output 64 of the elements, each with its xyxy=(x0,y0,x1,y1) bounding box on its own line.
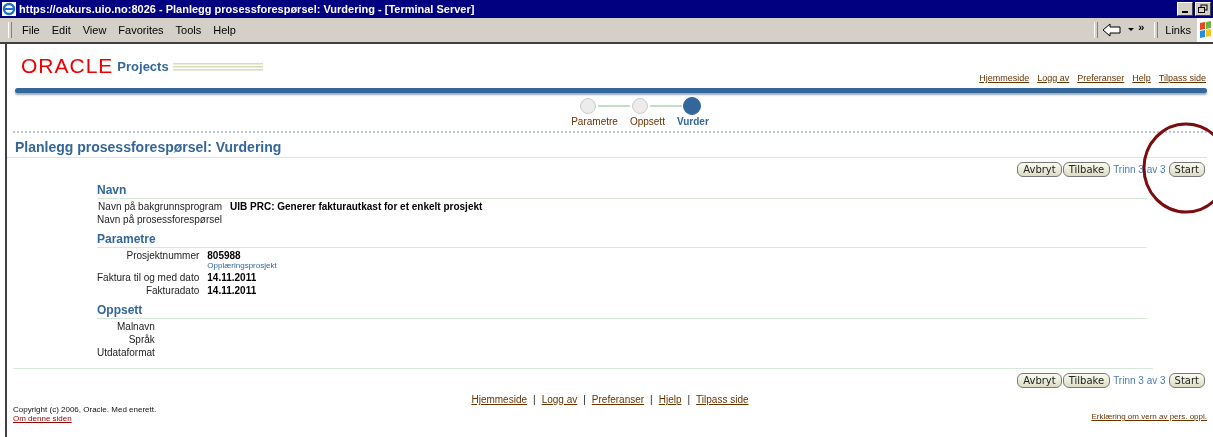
field-value: 805988 xyxy=(207,250,242,261)
start-button[interactable]: Start xyxy=(1168,373,1205,388)
field-value: UIB PRC: Generer fakturautkast for et enkelt prosjekt xyxy=(230,201,484,212)
field-label: Språk xyxy=(127,334,155,345)
action-button[interactable]: Tilbake xyxy=(1062,373,1111,388)
footer-link[interactable]: Logg av xyxy=(541,394,578,405)
start-button[interactable]: Start xyxy=(1168,162,1205,177)
link-separator: | xyxy=(687,394,691,405)
footer-link[interactable]: Hjemmeside xyxy=(471,394,528,405)
field-label: Fakturadato xyxy=(144,285,200,296)
footer-link[interactable]: Hjelp xyxy=(658,394,682,405)
value-description-link[interactable]: Opplæringsprosjekt xyxy=(207,261,1147,270)
minimize-button[interactable] xyxy=(1177,2,1193,16)
menu-item[interactable]: View xyxy=(76,24,113,36)
step-text: Trinn 3 av 3 xyxy=(1113,164,1166,175)
field-label: Malnavn xyxy=(116,321,155,332)
link-separator: | xyxy=(583,394,586,405)
about-link[interactable]: Om denne siden xyxy=(13,414,157,423)
links-button[interactable]: Links xyxy=(1162,24,1194,36)
privacy-link[interactable]: Erklæring om vern av pers. oppl. xyxy=(1091,412,1207,421)
back-icon[interactable] xyxy=(1102,23,1123,37)
menu-item[interactable]: Favorites xyxy=(112,24,170,36)
step-link[interactable]: Parametre xyxy=(571,116,618,127)
step-link[interactable]: Vurder xyxy=(676,116,709,127)
minimize-icon xyxy=(1182,11,1188,13)
restore-icon xyxy=(1197,4,1209,14)
field-value: 14.11.2011 xyxy=(207,285,258,296)
menu-item[interactable]: Help xyxy=(207,24,242,36)
menu-item[interactable]: Edit xyxy=(45,24,77,36)
section-heading: Oppsett xyxy=(97,303,1147,319)
global-link[interactable]: Help xyxy=(1132,73,1151,83)
product-name: Projects xyxy=(117,58,169,74)
window-title: https://oakurs.uio.no:8026 - Planlegg prosessforespørsel: Vurdering - [Terminal Server] xyxy=(19,3,476,15)
step-text: Trinn 3 av 3 xyxy=(1113,375,1166,386)
field-label: Faktura til og med dato xyxy=(97,272,200,283)
step-link[interactable]: Oppsett xyxy=(629,116,665,127)
windows-logo-icon xyxy=(1197,18,1213,42)
action-button[interactable]: Tilbake xyxy=(1062,162,1111,177)
field-label: Utdataformat xyxy=(97,347,155,358)
field-label: Navn på prosessforespørsel xyxy=(97,214,223,225)
menu-item[interactable]: Tools xyxy=(169,24,208,36)
field-value: 14.11.2011 xyxy=(207,272,258,283)
section-heading: Parametre xyxy=(97,232,1147,248)
footer-link[interactable]: Tilpass side xyxy=(696,394,749,405)
more-button[interactable]: » xyxy=(1138,21,1145,33)
dropdown-icon[interactable] xyxy=(1128,28,1135,32)
menu-item[interactable]: File xyxy=(16,24,46,36)
global-link[interactable]: Tilpass side xyxy=(1158,73,1206,83)
field-label: Navn på bakgrunnsprogram xyxy=(97,201,223,212)
link-separator: | xyxy=(650,394,653,405)
global-link[interactable]: Logg av xyxy=(1037,73,1070,83)
footer-link[interactable]: Preferanser xyxy=(591,394,645,405)
oracle-logo: ORACLE xyxy=(21,54,114,78)
browser-icon xyxy=(2,2,16,16)
section-heading: Navn xyxy=(97,183,1147,199)
global-link[interactable]: Preferanser xyxy=(1077,73,1125,83)
restore-button[interactable] xyxy=(1195,2,1211,16)
page-title: Planlegg prosessforespørsel: Vurdering xyxy=(7,133,1207,158)
action-button[interactable]: Avbryt xyxy=(1017,373,1062,388)
field-label: Prosjektnummer xyxy=(125,250,200,263)
link-separator: | xyxy=(533,394,536,405)
action-button[interactable]: Avbryt xyxy=(1017,162,1062,177)
copyright-text: Copyright (c) 2006, Oracle. Med enerett. xyxy=(13,405,157,414)
global-link[interactable]: Hjemmeside xyxy=(979,73,1030,83)
